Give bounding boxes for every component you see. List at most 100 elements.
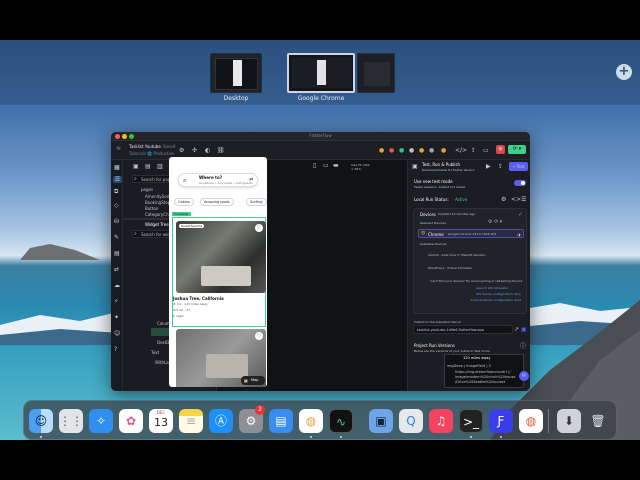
launchpad-icon[interactable]: ⋮⋮ <box>59 409 83 433</box>
theme-settings-icon[interactable]: ✎ <box>114 234 119 241</box>
test-mode-toggle[interactable] <box>514 180 526 186</box>
map-button-label: Map <box>251 378 259 382</box>
play-button[interactable]: ▶ <box>486 163 491 170</box>
activity-monitor-icon[interactable]: ∿ <box>329 409 353 433</box>
device-tablet-icon[interactable]: ▭ <box>323 162 329 169</box>
navigation-rail: ▦ ☰ ⧉ ◇ ⛁ ✎ ▤ ⇄ ☁ ⚡ ✦ ☺ ? <box>111 160 123 391</box>
music-icon[interactable]: ♫ <box>429 409 453 433</box>
phone-preview: ⌕ Where to? Anywhere • Any week • Add gu… <box>169 157 267 387</box>
storyboard-icon[interactable]: ⧉ <box>114 188 118 195</box>
chrome-alt-icon[interactable]: ◍ <box>519 409 543 433</box>
project-name[interactable]: Tasklist Youtube <box>129 144 161 149</box>
link-ios-simulator[interactable]: Launch iOS Simulator <box>476 286 508 290</box>
test-mode-label: Use new test mode <box>414 179 453 184</box>
avatar-7[interactable]: ● <box>441 147 446 154</box>
selected-device-row[interactable]: ◍ Chrome Google Chrome 131.0.7403.103 ◑ <box>418 229 524 238</box>
avatar-5[interactable]: ● <box>419 147 424 154</box>
files-icon[interactable]: ▤ <box>269 409 293 433</box>
link-android-docs[interactable]: Android device configuration docs <box>470 298 521 302</box>
tooltip-line: imgDeep | ImageField | 5 <box>447 364 491 368</box>
system-settings-icon[interactable]: ⚙ 2 <box>239 405 265 433</box>
avatar-3[interactable]: ● <box>399 147 404 154</box>
settings-gear-icon[interactable]: ⚙ <box>179 147 184 154</box>
space-third-thumb[interactable] <box>357 53 395 93</box>
app-store-icon[interactable]: Ⓐ <box>209 409 233 433</box>
team-icon[interactable]: ☺ <box>114 330 120 337</box>
chat-button[interactable]: ✉ <box>519 371 529 381</box>
open-link-icon[interactable]: ↗ <box>514 326 519 333</box>
run-menu-button[interactable]: ⟳ ▾ <box>508 145 526 154</box>
share-icon[interactable]: ⇪ <box>471 147 476 154</box>
connector-icon[interactable]: ✣ <box>192 147 197 154</box>
publish-url-field[interactable]: tasklist-youtube-1d9b6.flutterflow.app <box>413 325 513 334</box>
avatar-4[interactable]: ● <box>409 147 414 154</box>
photos-icon[interactable]: ✿ <box>119 409 143 433</box>
available-device[interactable]: macOS - Intel Core i7 (MacOS Version) <box>428 253 486 257</box>
search-bar[interactable]: ⌕ Where to? Anywhere • Any week • Add gu… <box>178 173 258 187</box>
publish-url: tasklist-youtube-1d9b6.flutterflow.app <box>417 328 484 332</box>
info-icon[interactable]: ⓘ <box>520 343 526 350</box>
pages-header[interactable]: pages <box>141 187 153 192</box>
agents-icon[interactable]: ✦ <box>114 314 119 321</box>
trash-icon[interactable]: 🗑 <box>586 409 610 433</box>
device-action-icons[interactable]: ⚙ ⟳ ⏵ <box>488 219 502 226</box>
settings-icon[interactable]: ⚙ <box>501 196 506 203</box>
link-icon[interactable]: ⛓ <box>217 147 225 154</box>
avatar-6[interactable]: ● <box>429 147 434 154</box>
theme-icon[interactable]: ◐ <box>205 147 210 154</box>
tree-node[interactable]: Text <box>151 350 159 355</box>
heart-icon[interactable]: ♡ <box>255 332 263 340</box>
filter-icon[interactable]: ⇌ <box>249 177 253 184</box>
quicktime-icon[interactable]: Q <box>399 409 423 433</box>
map-button[interactable]: ▦ Map <box>241 376 265 385</box>
avatar-2[interactable]: ● <box>389 147 394 154</box>
category-chip[interactable]: Amazing pools <box>200 198 234 206</box>
menu-icon[interactable]: ☰ <box>521 196 526 203</box>
terminal-icon[interactable]: >_ <box>459 409 483 433</box>
page-tab-1[interactable]: ▣ <box>133 163 139 170</box>
device-icon[interactable]: ▭ <box>483 147 489 154</box>
record-button[interactable]: ◉ <box>496 145 505 154</box>
downloads-icon[interactable]: ⬇ <box>557 409 581 433</box>
avatar-1[interactable]: ● <box>379 147 384 154</box>
listing-image[interactable]: Guest favorite ♡ <box>176 221 266 293</box>
filevault-icon[interactable]: ▣ <box>369 409 393 433</box>
finder-icon[interactable]: ☺ <box>29 409 53 433</box>
components-icon[interactable]: ◇ <box>114 202 119 209</box>
chrome-icon[interactable]: ◍ <box>299 409 323 433</box>
api-icon[interactable]: ⇄ <box>114 266 119 273</box>
widget-tree-icon[interactable]: ☰ <box>113 176 122 183</box>
test-button[interactable]: ⚡ Test <box>509 162 528 171</box>
category-chip[interactable]: Surfing <box>246 198 267 206</box>
device-desktop-icon[interactable]: ▬ <box>333 162 339 169</box>
space-chrome-thumb[interactable] <box>287 53 355 93</box>
widget-tree-tab[interactable]: Widget Tree <box>145 222 169 227</box>
safari-icon[interactable]: ✧ <box>89 409 113 433</box>
screen: Desktop Google Chrome + FlutterFlow ≋ Ta… <box>0 0 640 480</box>
data-icon[interactable]: ⛁ <box>114 218 119 225</box>
copy-icon[interactable]: ▣ <box>521 326 527 333</box>
link-ios-docs[interactable]: iOS device configuration docs <box>476 292 521 296</box>
device-options-icon[interactable]: ◑ <box>517 231 521 238</box>
device-phone-icon[interactable]: ▯ <box>313 162 316 169</box>
code-icon[interactable]: </> <box>455 147 467 154</box>
available-device[interactable]: OnlyPhone - Virtual Simulator <box>428 266 472 270</box>
help-icon[interactable]: ? <box>114 346 117 353</box>
cloud-icon[interactable]: ☁ <box>114 282 120 289</box>
page-tab-2[interactable]: ▤ <box>145 163 151 170</box>
category-chip[interactable]: Cabins <box>174 198 194 206</box>
calendar-icon[interactable]: DEC 13 <box>149 409 173 433</box>
code-view-icon[interactable]: <> <box>511 196 521 203</box>
flutterflow-logo-icon: ≋ <box>116 145 122 152</box>
build-icon[interactable]: ▦ <box>114 164 120 171</box>
page-tab-3[interactable]: ▥ <box>157 163 163 170</box>
add-space-button[interactable]: + <box>616 64 632 80</box>
heart-icon[interactable]: ♡ <box>255 224 263 232</box>
media-icon[interactable]: ▤ <box>114 250 120 257</box>
notes-icon[interactable]: ≡ <box>179 409 203 433</box>
page-item[interactable]: Button <box>145 206 158 211</box>
share-button[interactable]: ⇪ <box>498 163 503 170</box>
flutterflow-icon[interactable]: Ƒ <box>489 409 513 433</box>
actions-icon[interactable]: ⚡ <box>114 298 118 305</box>
space-desktop-thumb[interactable] <box>210 53 262 93</box>
